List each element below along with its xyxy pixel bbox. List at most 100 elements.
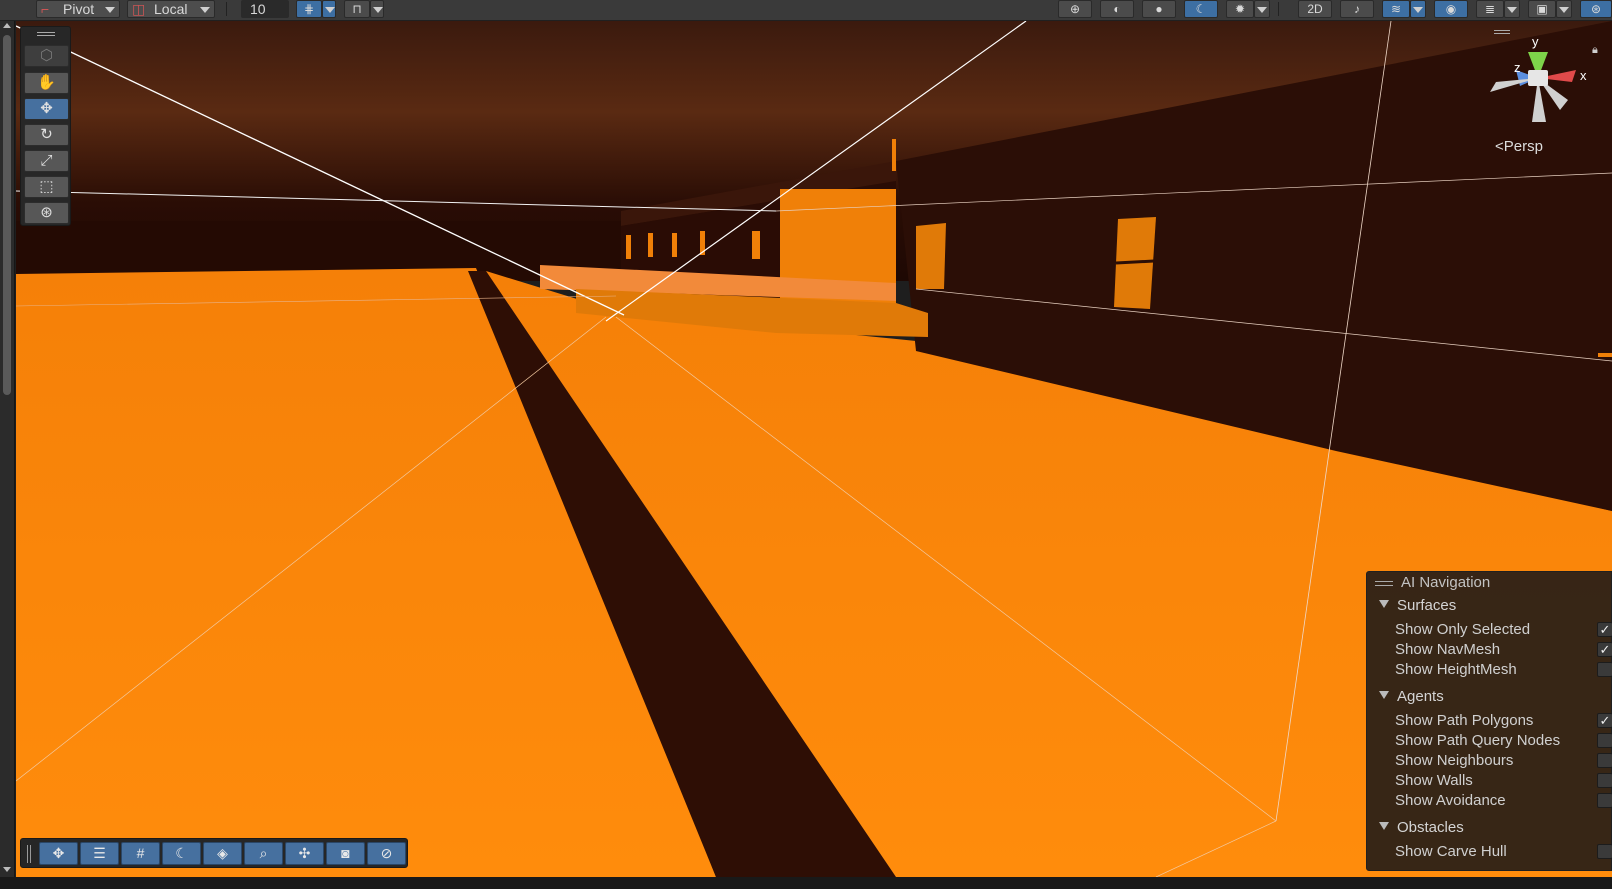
move-icon[interactable]: ✥ [24, 98, 69, 120]
layers-icon[interactable]: ◈ [203, 842, 242, 865]
effects-icon[interactable]: ≋ [1382, 0, 1410, 18]
triangle-down-icon [1379, 822, 1389, 830]
lock-icon[interactable]: 🔒︎ [1592, 44, 1598, 57]
grip-icon[interactable] [1494, 30, 1510, 34]
hand-icon[interactable]: ✋ [24, 72, 69, 94]
shaded-wireframe-icon[interactable]: ◐ [1100, 0, 1134, 18]
checkbox-show-path-query-nodes[interactable] [1597, 733, 1612, 748]
effects-dropdown[interactable] [1410, 0, 1426, 18]
shading-dropdown[interactable] [1254, 0, 1270, 18]
rect-icon[interactable]: ⬚ [24, 176, 69, 198]
unity-scene-window: ⌐ Pivot ◫ Local 10 ⋕ ⊓ ⊕ ◐ ● ☾ ✹ 2D ♪ ≋ … [0, 0, 1612, 889]
pivot-icon: ⌐ [41, 1, 50, 17]
scrollbar-thumb[interactable] [3, 35, 11, 395]
grid-size-field[interactable]: 10 [241, 0, 289, 18]
2d-toggle-icon[interactable]: 2D [1298, 0, 1332, 18]
grip-icon[interactable] [1375, 581, 1393, 586]
tools-overlay: ⬡ ✋ ✥ ↻ ⤢ ⬚ ⊛ [20, 26, 71, 226]
move-overlay-icon[interactable]: ✥ [39, 842, 78, 865]
window [752, 231, 760, 259]
projection-label: Persp [1503, 138, 1543, 155]
x-axis-label: x [1580, 68, 1587, 83]
gizmos-icon[interactable]: ⊛ [1580, 0, 1612, 18]
option-show-walls: Show Walls [1395, 772, 1473, 789]
window-frame [1115, 259, 1155, 265]
section-surfaces[interactable]: Surfaces [1379, 597, 1456, 614]
sliders-icon[interactable]: ☰ [80, 842, 119, 865]
ai-navigation-header[interactable]: AI Navigation [1367, 572, 1611, 594]
option-show-only-selected: Show Only Selected [1395, 621, 1531, 638]
marker [1598, 353, 1612, 357]
scene-toolbar: ⌐ Pivot ◫ Local 10 ⋕ ⊓ ⊕ ◐ ● ☾ ✹ 2D ♪ ≋ … [0, 0, 1612, 21]
divider [226, 2, 227, 16]
grip-icon[interactable] [27, 845, 31, 863]
chevron-down-icon [200, 7, 210, 13]
view-cube-icon[interactable]: ⬡ [24, 45, 69, 67]
camera-dropdown[interactable] [1556, 0, 1572, 18]
vertical-scrollbar[interactable] [0, 21, 15, 877]
section-obstacles[interactable]: Obstacles [1379, 819, 1464, 836]
window [648, 233, 653, 257]
local-label: Local [154, 1, 188, 17]
pivot-icon[interactable]: ✣ [285, 842, 324, 865]
grid-snap-dropdown[interactable] [322, 0, 336, 18]
grid-size-value: 10 [250, 1, 266, 17]
checkbox-show-heightmesh[interactable] [1597, 662, 1612, 677]
camera-icon[interactable]: ▣ [1528, 0, 1556, 18]
scroll-up-icon[interactable] [3, 23, 11, 28]
option-show-neighbours: Show Neighbours [1395, 752, 1514, 769]
lit-shading-icon[interactable]: ☾ [1184, 0, 1218, 18]
option-show-carve-hull: Show Carve Hull [1395, 843, 1507, 860]
layers-icon[interactable]: ≣ [1476, 0, 1504, 18]
increment-snap-icon[interactable]: ⊓ [344, 0, 370, 18]
projection-toggle[interactable]: <Persp [1495, 138, 1543, 155]
transform-icon[interactable]: ⊛ [24, 202, 69, 224]
checkbox-show-only-selected[interactable]: ✓ [1597, 622, 1612, 637]
shaded-icon[interactable]: ● [1142, 0, 1176, 18]
camera-icon[interactable]: ◙ [326, 842, 365, 865]
checkbox-show-carve-hull[interactable] [1597, 844, 1612, 859]
chimney [892, 139, 896, 171]
divider [1278, 2, 1279, 16]
option-show-heightmesh: Show HeightMesh [1395, 661, 1517, 678]
pivot-label: Pivot [63, 1, 95, 17]
gizmo-cube[interactable] [1528, 70, 1548, 86]
checkbox-show-path-polygons[interactable]: ✓ [1597, 713, 1612, 728]
option-show-path-polygons: Show Path Polygons [1395, 712, 1534, 729]
option-show-navmesh: Show NavMesh [1395, 641, 1501, 658]
local-dropdown[interactable]: ◫ Local [127, 0, 215, 18]
shading-icon[interactable]: ☾ [162, 842, 201, 865]
pivot-dropdown[interactable]: ⌐ Pivot [36, 0, 120, 18]
compass-icon[interactable]: ⊘ [367, 842, 406, 865]
rotate-icon[interactable]: ↻ [24, 124, 69, 146]
z-axis-label: z [1514, 60, 1521, 75]
debug-draw-icon[interactable]: ✹ [1226, 0, 1254, 18]
checkbox-show-avoidance[interactable] [1597, 793, 1612, 808]
grid-snap-icon[interactable]: ⋕ [296, 0, 322, 18]
increment-snap-dropdown[interactable] [370, 0, 384, 18]
scroll-down-icon[interactable] [3, 867, 11, 872]
ai-navigation-overlay: AI Navigation Surfaces Show Only Selecte… [1366, 571, 1612, 871]
search-icon[interactable]: ⌕ [244, 842, 283, 865]
grid-icon[interactable]: # [121, 842, 160, 865]
audio-toggle-icon[interactable]: ♪ [1340, 0, 1374, 18]
window [672, 233, 677, 257]
layers-dropdown[interactable] [1504, 0, 1520, 18]
checkbox-show-walls[interactable] [1597, 773, 1612, 788]
triangle-down-icon [1379, 691, 1389, 699]
orientation-gizmo[interactable]: y x z [1476, 30, 1598, 130]
grip-icon[interactable] [37, 32, 55, 36]
scene-visibility-icon[interactable]: ◉ [1434, 0, 1468, 18]
triangle-down-icon [1379, 600, 1389, 608]
y-axis-label: y [1532, 34, 1539, 49]
scale-icon[interactable]: ⤢ [24, 150, 69, 172]
section-agents[interactable]: Agents [1379, 688, 1444, 705]
local-icon: ◫ [132, 1, 146, 17]
checkbox-show-navmesh[interactable]: ✓ [1597, 642, 1612, 657]
window [626, 235, 631, 259]
checkbox-show-neighbours[interactable] [1597, 753, 1612, 768]
option-show-avoidance: Show Avoidance [1395, 792, 1506, 809]
ai-navigation-title: AI Navigation [1401, 574, 1491, 591]
chevron-down-icon [105, 7, 115, 13]
wireframe-icon[interactable]: ⊕ [1058, 0, 1092, 18]
